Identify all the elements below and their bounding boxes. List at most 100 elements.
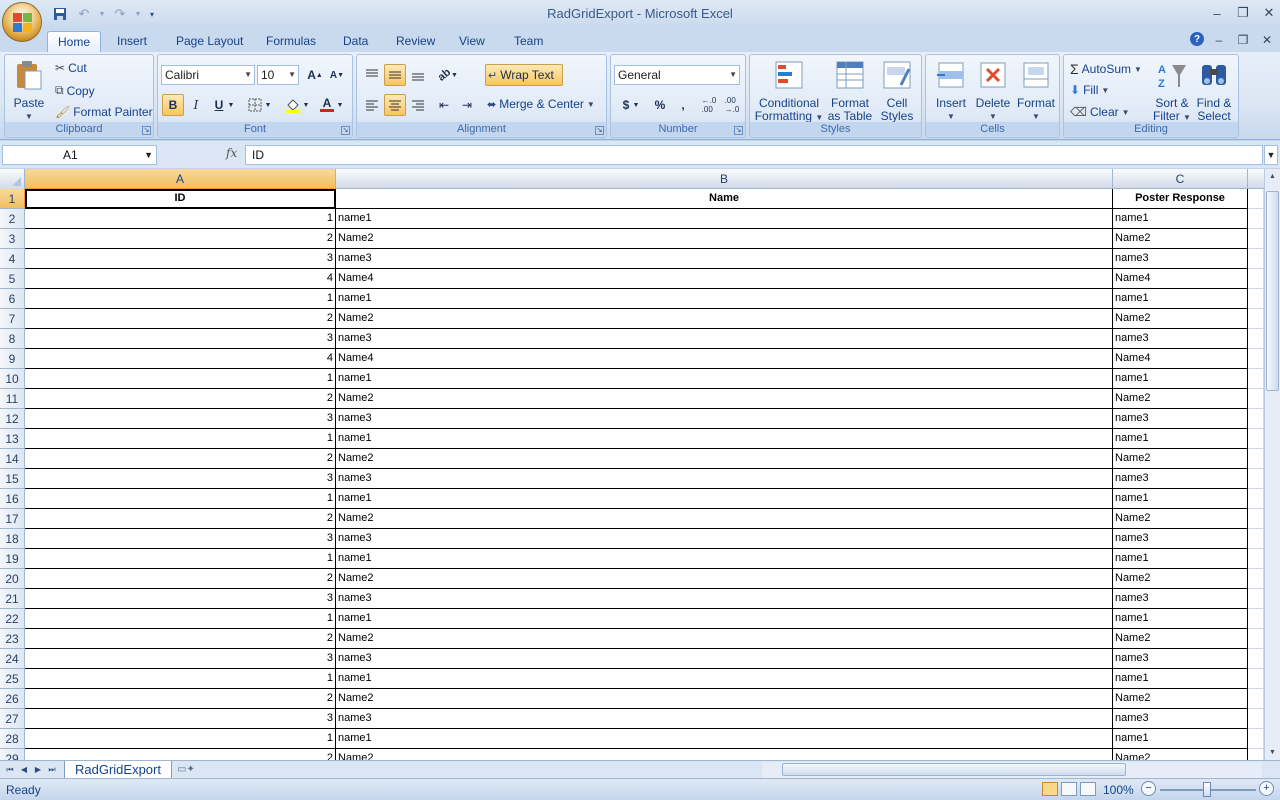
- first-sheet-icon[interactable]: ⏮: [4, 763, 16, 777]
- sheet-tab-radgridexport[interactable]: RadGridExport: [64, 761, 172, 779]
- scroll-up-icon[interactable]: ▲: [1265, 169, 1280, 184]
- tab-data[interactable]: Data: [333, 31, 378, 52]
- table-cell[interactable]: 3: [25, 709, 336, 729]
- table-cell[interactable]: name1: [1113, 429, 1248, 449]
- table-cell[interactable]: Name2: [336, 569, 1113, 589]
- table-cell[interactable]: Name2: [1113, 749, 1248, 760]
- wrap-text-button[interactable]: ↵ Wrap Text: [485, 64, 563, 86]
- percent-icon[interactable]: %: [649, 94, 671, 116]
- align-middle-icon[interactable]: [384, 64, 406, 86]
- tab-review[interactable]: Review: [386, 31, 445, 52]
- empty-cell[interactable]: [1248, 229, 1264, 249]
- cut-button[interactable]: ✂ Cut: [55, 61, 87, 75]
- paste-button[interactable]: Paste ▼: [9, 59, 49, 123]
- table-cell[interactable]: name3: [336, 329, 1113, 349]
- zoom-slider-thumb[interactable]: [1203, 782, 1211, 797]
- table-cell[interactable]: name3: [1113, 469, 1248, 489]
- empty-cell[interactable]: [1248, 329, 1264, 349]
- table-cell[interactable]: name3: [336, 249, 1113, 269]
- align-top-icon[interactable]: [361, 64, 383, 86]
- table-cell[interactable]: Name2: [336, 389, 1113, 409]
- header-cell[interactable]: ID: [25, 189, 336, 209]
- table-cell[interactable]: name1: [336, 549, 1113, 569]
- row-header[interactable]: 17: [0, 509, 25, 529]
- table-cell[interactable]: Name4: [1113, 349, 1248, 369]
- table-cell[interactable]: 2: [25, 569, 336, 589]
- font-size-select[interactable]: 10 ▼: [257, 65, 299, 85]
- select-all-button[interactable]: [0, 169, 25, 189]
- table-cell[interactable]: name3: [336, 409, 1113, 429]
- table-cell[interactable]: name1: [1113, 669, 1248, 689]
- table-cell[interactable]: name3: [1113, 709, 1248, 729]
- tab-page-layout[interactable]: Page Layout: [166, 31, 253, 52]
- empty-cell[interactable]: [1248, 669, 1264, 689]
- table-cell[interactable]: name3: [1113, 529, 1248, 549]
- column-header-a[interactable]: A: [25, 169, 336, 189]
- empty-cell[interactable]: [1248, 569, 1264, 589]
- normal-view-icon[interactable]: [1042, 782, 1058, 796]
- empty-cell[interactable]: [1248, 649, 1264, 669]
- workbook-restore-icon[interactable]: ❐: [1234, 32, 1252, 48]
- clear-button[interactable]: ⌫ Clear ▼: [1070, 105, 1130, 119]
- page-layout-view-icon[interactable]: [1061, 782, 1077, 796]
- table-cell[interactable]: 2: [25, 629, 336, 649]
- grow-font-icon[interactable]: A ▲: [304, 64, 326, 86]
- empty-cell[interactable]: [1248, 629, 1264, 649]
- table-cell[interactable]: name1: [336, 369, 1113, 389]
- empty-cell[interactable]: [1248, 249, 1264, 269]
- table-cell[interactable]: Name2: [1113, 229, 1248, 249]
- row-header[interactable]: 28: [0, 729, 25, 749]
- empty-cell[interactable]: [1248, 269, 1264, 289]
- table-cell[interactable]: name3: [1113, 409, 1248, 429]
- tab-formulas[interactable]: Formulas: [256, 31, 326, 52]
- table-cell[interactable]: Name2: [1113, 569, 1248, 589]
- decrease-indent-icon[interactable]: ⇤: [433, 94, 455, 116]
- workbook-minimize-icon[interactable]: –: [1210, 32, 1228, 48]
- underline-dropdown-icon[interactable]: ▼: [226, 94, 236, 116]
- table-cell[interactable]: name3: [336, 649, 1113, 669]
- empty-cell[interactable]: [1248, 409, 1264, 429]
- zoom-in-icon[interactable]: +: [1259, 781, 1274, 796]
- table-cell[interactable]: 1: [25, 669, 336, 689]
- table-cell[interactable]: Name2: [1113, 389, 1248, 409]
- row-header[interactable]: 26: [0, 689, 25, 709]
- help-icon[interactable]: ?: [1190, 32, 1204, 46]
- table-cell[interactable]: name3: [1113, 589, 1248, 609]
- table-cell[interactable]: Name4: [336, 269, 1113, 289]
- table-cell[interactable]: name1: [1113, 289, 1248, 309]
- empty-cell[interactable]: [1248, 349, 1264, 369]
- row-header[interactable]: 25: [0, 669, 25, 689]
- row-header[interactable]: 3: [0, 229, 25, 249]
- close-icon[interactable]: ✕: [1256, 4, 1280, 22]
- restore-icon[interactable]: ❐: [1230, 4, 1256, 22]
- vertical-scrollbar[interactable]: ▲ ▼: [1264, 169, 1280, 760]
- table-cell[interactable]: 1: [25, 729, 336, 749]
- vertical-scroll-thumb[interactable]: [1266, 191, 1279, 391]
- last-sheet-icon[interactable]: ⏭: [46, 763, 58, 777]
- table-cell[interactable]: 4: [25, 269, 336, 289]
- row-header[interactable]: 12: [0, 409, 25, 429]
- table-cell[interactable]: Name2: [336, 449, 1113, 469]
- table-cell[interactable]: name1: [1113, 209, 1248, 229]
- workbook-close-icon[interactable]: ✕: [1258, 32, 1276, 48]
- empty-cell[interactable]: [1248, 529, 1264, 549]
- align-left-icon[interactable]: [361, 94, 383, 116]
- page-break-view-icon[interactable]: [1080, 782, 1096, 796]
- conditional-formatting-button[interactable]: Conditional Formatting ▼: [754, 59, 824, 124]
- row-header[interactable]: 13: [0, 429, 25, 449]
- tab-view[interactable]: View: [449, 31, 495, 52]
- row-header[interactable]: 18: [0, 529, 25, 549]
- next-sheet-icon[interactable]: ▶: [32, 763, 44, 777]
- table-cell[interactable]: Name4: [336, 349, 1113, 369]
- table-cell[interactable]: name1: [1113, 609, 1248, 629]
- orientation-icon[interactable]: ab ▼: [433, 64, 463, 86]
- minimize-icon[interactable]: –: [1204, 4, 1230, 22]
- table-cell[interactable]: name1: [1113, 369, 1248, 389]
- empty-cell[interactable]: [1248, 549, 1264, 569]
- table-cell[interactable]: name1: [336, 669, 1113, 689]
- row-header[interactable]: 10: [0, 369, 25, 389]
- number-launcher-icon[interactable]: ↘: [734, 126, 743, 135]
- font-color-dropdown-icon[interactable]: ▼: [335, 94, 345, 116]
- empty-cell[interactable]: [1248, 389, 1264, 409]
- horizontal-scroll-thumb[interactable]: [782, 763, 1126, 776]
